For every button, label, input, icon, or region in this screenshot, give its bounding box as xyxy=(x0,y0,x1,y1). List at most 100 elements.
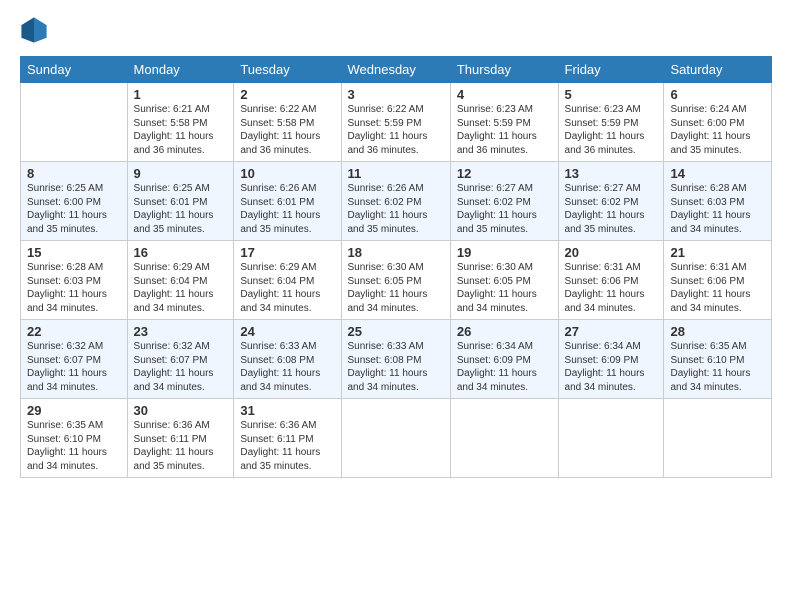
calendar-cell: 12 Sunrise: 6:27 AMSunset: 6:02 PMDayligh… xyxy=(450,162,558,241)
calendar-cell: 27 Sunrise: 6:34 AMSunset: 6:09 PMDayligh… xyxy=(558,320,664,399)
day-number: 5 xyxy=(565,87,658,102)
col-header-thursday: Thursday xyxy=(450,57,558,83)
day-number: 10 xyxy=(240,166,334,181)
calendar-cell xyxy=(341,399,450,478)
day-number: 21 xyxy=(670,245,765,260)
day-info: Sunrise: 6:22 AMSunset: 5:59 PMDaylight:… xyxy=(348,104,428,156)
day-number: 20 xyxy=(565,245,658,260)
col-header-saturday: Saturday xyxy=(664,57,772,83)
day-number: 12 xyxy=(457,166,552,181)
calendar-cell: 5 Sunrise: 6:23 AMSunset: 5:59 PMDaylight… xyxy=(558,83,664,162)
day-info: Sunrise: 6:24 AMSunset: 6:00 PMDaylight:… xyxy=(670,104,750,156)
day-number: 26 xyxy=(457,324,552,339)
day-info: Sunrise: 6:21 AMSunset: 5:58 PMDaylight:… xyxy=(134,104,214,156)
day-info: Sunrise: 6:28 AMSunset: 6:03 PMDaylight:… xyxy=(670,183,750,235)
day-info: Sunrise: 6:25 AMSunset: 6:00 PMDaylight:… xyxy=(27,183,107,235)
calendar-cell: 24 Sunrise: 6:33 AMSunset: 6:08 PMDayligh… xyxy=(234,320,341,399)
day-info: Sunrise: 6:28 AMSunset: 6:03 PMDaylight:… xyxy=(27,262,107,314)
day-number: 24 xyxy=(240,324,334,339)
calendar-cell: 9Sunrise: 6:25 AMSunset: 6:01 PMDaylight… xyxy=(127,162,234,241)
day-info: Sunrise: 6:35 AMSunset: 6:10 PMDaylight:… xyxy=(27,420,107,472)
day-number: 30 xyxy=(134,403,228,418)
calendar-cell: 15 Sunrise: 6:28 AMSunset: 6:03 PMDayligh… xyxy=(21,241,128,320)
calendar-cell: 8 Sunrise: 6:25 AMSunset: 6:00 PMDaylight… xyxy=(21,162,128,241)
day-number: 6 xyxy=(670,87,765,102)
calendar-cell: 31 Sunrise: 6:36 AMSunset: 6:11 PMDayligh… xyxy=(234,399,341,478)
col-header-tuesday: Tuesday xyxy=(234,57,341,83)
day-info: Sunrise: 6:27 AMSunset: 6:02 PMDaylight:… xyxy=(457,183,537,235)
day-info: Sunrise: 6:30 AMSunset: 6:05 PMDaylight:… xyxy=(457,262,537,314)
day-info: Sunrise: 6:32 AMSunset: 6:07 PMDaylight:… xyxy=(134,341,214,393)
page: SundayMondayTuesdayWednesdayThursdayFrid… xyxy=(0,0,792,612)
day-info: Sunrise: 6:32 AMSunset: 6:07 PMDaylight:… xyxy=(27,341,107,393)
logo-icon xyxy=(20,16,48,44)
day-info: Sunrise: 6:30 AMSunset: 6:05 PMDaylight:… xyxy=(348,262,428,314)
day-info: Sunrise: 6:35 AMSunset: 6:10 PMDaylight:… xyxy=(670,341,750,393)
day-number: 25 xyxy=(348,324,444,339)
calendar-cell: 10 Sunrise: 6:26 AMSunset: 6:01 PMDayligh… xyxy=(234,162,341,241)
calendar-week-5: 29 Sunrise: 6:35 AMSunset: 6:10 PMDayligh… xyxy=(21,399,772,478)
day-info: Sunrise: 6:23 AMSunset: 5:59 PMDaylight:… xyxy=(565,104,645,156)
col-header-monday: Monday xyxy=(127,57,234,83)
day-number: 8 xyxy=(27,166,121,181)
day-info: Sunrise: 6:36 AMSunset: 6:11 PMDaylight:… xyxy=(240,420,320,472)
day-number: 19 xyxy=(457,245,552,260)
calendar-cell: 17 Sunrise: 6:29 AMSunset: 6:04 PMDayligh… xyxy=(234,241,341,320)
calendar-cell: 20 Sunrise: 6:31 AMSunset: 6:06 PMDayligh… xyxy=(558,241,664,320)
day-number: 2 xyxy=(240,87,334,102)
calendar-cell: 30Sunrise: 6:36 AMSunset: 6:11 PMDayligh… xyxy=(127,399,234,478)
calendar-cell: 25 Sunrise: 6:33 AMSunset: 6:08 PMDayligh… xyxy=(341,320,450,399)
day-number: 29 xyxy=(27,403,121,418)
calendar-cell xyxy=(558,399,664,478)
day-info: Sunrise: 6:29 AMSunset: 6:04 PMDaylight:… xyxy=(240,262,320,314)
calendar-week-1: 1Sunrise: 6:21 AMSunset: 5:58 PMDaylight… xyxy=(21,83,772,162)
calendar-week-3: 15 Sunrise: 6:28 AMSunset: 6:03 PMDayligh… xyxy=(21,241,772,320)
day-info: Sunrise: 6:31 AMSunset: 6:06 PMDaylight:… xyxy=(670,262,750,314)
day-number: 14 xyxy=(670,166,765,181)
col-header-friday: Friday xyxy=(558,57,664,83)
calendar-cell: 16Sunrise: 6:29 AMSunset: 6:04 PMDayligh… xyxy=(127,241,234,320)
day-info: Sunrise: 6:34 AMSunset: 6:09 PMDaylight:… xyxy=(457,341,537,393)
day-info: Sunrise: 6:23 AMSunset: 5:59 PMDaylight:… xyxy=(457,104,537,156)
calendar-cell: 28 Sunrise: 6:35 AMSunset: 6:10 PMDayligh… xyxy=(664,320,772,399)
day-info: Sunrise: 6:34 AMSunset: 6:09 PMDaylight:… xyxy=(565,341,645,393)
day-number: 27 xyxy=(565,324,658,339)
calendar-cell: 6 Sunrise: 6:24 AMSunset: 6:00 PMDaylight… xyxy=(664,83,772,162)
calendar-cell: 21 Sunrise: 6:31 AMSunset: 6:06 PMDayligh… xyxy=(664,241,772,320)
day-number: 11 xyxy=(348,166,444,181)
day-number: 9 xyxy=(134,166,228,181)
calendar-cell: 3 Sunrise: 6:22 AMSunset: 5:59 PMDaylight… xyxy=(341,83,450,162)
day-number: 23 xyxy=(134,324,228,339)
calendar-cell: 4 Sunrise: 6:23 AMSunset: 5:59 PMDaylight… xyxy=(450,83,558,162)
calendar-cell: 29 Sunrise: 6:35 AMSunset: 6:10 PMDayligh… xyxy=(21,399,128,478)
calendar-cell xyxy=(450,399,558,478)
calendar-cell xyxy=(21,83,128,162)
day-number: 28 xyxy=(670,324,765,339)
calendar-table: SundayMondayTuesdayWednesdayThursdayFrid… xyxy=(20,56,772,478)
calendar-cell: 23 Sunrise: 6:32 AMSunset: 6:07 PMDayligh… xyxy=(127,320,234,399)
day-number: 15 xyxy=(27,245,121,260)
day-number: 4 xyxy=(457,87,552,102)
calendar-cell: 19 Sunrise: 6:30 AMSunset: 6:05 PMDayligh… xyxy=(450,241,558,320)
col-header-wednesday: Wednesday xyxy=(341,57,450,83)
day-info: Sunrise: 6:31 AMSunset: 6:06 PMDaylight:… xyxy=(565,262,645,314)
day-info: Sunrise: 6:33 AMSunset: 6:08 PMDaylight:… xyxy=(348,341,428,393)
calendar-week-2: 8 Sunrise: 6:25 AMSunset: 6:00 PMDaylight… xyxy=(21,162,772,241)
day-number: 3 xyxy=(348,87,444,102)
day-info: Sunrise: 6:33 AMSunset: 6:08 PMDaylight:… xyxy=(240,341,320,393)
day-number: 31 xyxy=(240,403,334,418)
calendar-cell xyxy=(664,399,772,478)
day-number: 17 xyxy=(240,245,334,260)
calendar-cell: 2 Sunrise: 6:22 AMSunset: 5:58 PMDaylight… xyxy=(234,83,341,162)
calendar-cell: 18Sunrise: 6:30 AMSunset: 6:05 PMDayligh… xyxy=(341,241,450,320)
day-info: Sunrise: 6:26 AMSunset: 6:01 PMDaylight:… xyxy=(240,183,320,235)
day-info: Sunrise: 6:26 AMSunset: 6:02 PMDaylight:… xyxy=(348,183,428,235)
day-info: Sunrise: 6:27 AMSunset: 6:02 PMDaylight:… xyxy=(565,183,645,235)
header xyxy=(20,16,772,44)
col-header-sunday: Sunday xyxy=(21,57,128,83)
day-info: Sunrise: 6:22 AMSunset: 5:58 PMDaylight:… xyxy=(240,104,320,156)
calendar-cell: 13 Sunrise: 6:27 AMSunset: 6:02 PMDayligh… xyxy=(558,162,664,241)
day-number: 13 xyxy=(565,166,658,181)
calendar-cell: 26 Sunrise: 6:34 AMSunset: 6:09 PMDayligh… xyxy=(450,320,558,399)
day-info: Sunrise: 6:29 AMSunset: 6:04 PMDaylight:… xyxy=(134,262,214,314)
